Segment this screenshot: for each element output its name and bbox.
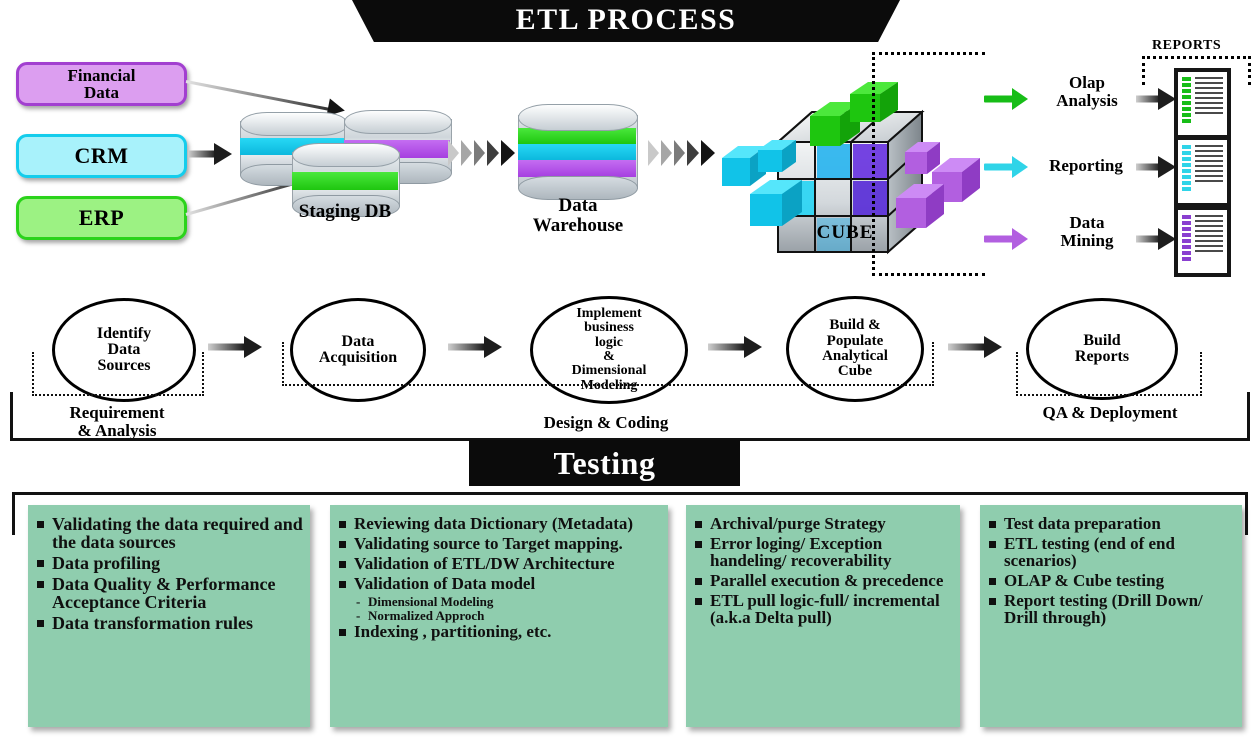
source-label-crm: CRM <box>74 142 129 168</box>
report-sheet-lines <box>1195 77 1223 114</box>
list-item: Validation of ETL/DW Architecture <box>338 555 662 572</box>
report-sheet-lines <box>1195 215 1223 252</box>
output-arrow-olap-analysis <box>984 88 1028 110</box>
list-item: Indexing , partitioning, etc. <box>338 623 662 640</box>
output-label-data-mining: Data Mining <box>1060 213 1114 250</box>
phase-bracket-requirement <box>32 352 204 396</box>
connector-reporting-to-report <box>1136 156 1176 178</box>
output-label-reporting: Reporting <box>1049 156 1123 175</box>
list-item-sub: Normalized Approch <box>338 609 662 622</box>
report-sheet-reporting <box>1174 136 1231 207</box>
testing-list: Reviewing data Dictionary (Metadata) Val… <box>338 515 662 640</box>
list-item: Validation of Data model <box>338 575 662 592</box>
report-sheet-ticks <box>1182 77 1191 123</box>
report-sheet-ticks <box>1182 145 1191 191</box>
list-item: Reviewing data Dictionary (Metadata) <box>338 515 662 532</box>
list-item: Data transformation rules <box>36 614 304 632</box>
list-item: Data Quality & Performance Acceptance Cr… <box>36 575 304 611</box>
testing-list: Test data preparation ETL testing (end o… <box>988 515 1236 626</box>
report-sheet-lines <box>1195 145 1223 182</box>
testing-column-4: Test data preparation ETL testing (end o… <box>980 505 1242 727</box>
source-label-financial-data: Financial Data <box>67 65 136 102</box>
testing-list: Validating the data required and the dat… <box>36 515 304 632</box>
source-label-erp: ERP <box>78 204 125 230</box>
report-sheet-data-mining <box>1174 206 1231 277</box>
report-sheet-olap <box>1174 68 1231 139</box>
list-item: Report testing (Drill Down/ Drill throug… <box>988 592 1236 626</box>
testing-list: Archival/purge Strategy Error loging/ Ex… <box>694 515 954 626</box>
output-arrow-reporting <box>984 156 1028 178</box>
connector-datamining-to-report <box>1136 228 1176 250</box>
connector-olap-to-report <box>1136 88 1176 110</box>
phase-bracket-qa <box>1016 352 1202 396</box>
etl-process-diagram: ETL PROCESS Financial Data CRM ERP Stagi… <box>0 0 1254 742</box>
list-item: ETL testing (end of end scenarios) <box>988 535 1236 569</box>
list-item: Validating the data required and the dat… <box>36 515 304 551</box>
data-warehouse-label: Data Warehouse <box>532 195 624 236</box>
output-arrow-data-mining <box>984 228 1028 250</box>
list-item-sub: Dimensional Modeling <box>338 595 662 608</box>
data-warehouse-cylinder <box>518 104 638 200</box>
connector-financial-to-staging <box>185 80 332 112</box>
list-item: Data profiling <box>36 554 304 572</box>
cube-output-boundary <box>872 52 985 276</box>
chevrons-staging-to-warehouse <box>448 140 515 166</box>
staging-db-label: Staging DB <box>298 201 392 222</box>
process-arrow-1 <box>208 336 262 358</box>
testing-column-3: Archival/purge Strategy Error loging/ Ex… <box>686 505 960 727</box>
source-box-crm: CRM <box>16 134 187 178</box>
testing-title: Testing <box>553 444 656 481</box>
report-sheet-ticks <box>1182 215 1191 261</box>
list-item: Parallel execution & precedence <box>694 572 954 589</box>
list-item: Validating source to Target mapping. <box>338 535 662 552</box>
reports-title: REPORTS <box>1152 38 1222 53</box>
list-item: Archival/purge Strategy <box>694 515 954 532</box>
source-box-erp: ERP <box>16 196 187 240</box>
list-item: OLAP & Cube testing <box>988 572 1236 589</box>
process-row-frame <box>10 392 1250 441</box>
output-label-olap-analysis: Olap Analysis <box>1056 73 1118 110</box>
testing-banner: Testing <box>469 440 740 486</box>
etl-process-banner: ETL PROCESS <box>352 0 900 42</box>
list-item: ETL pull logic-full/ incremental (a.k.a … <box>694 592 954 626</box>
testing-column-1: Validating the data required and the dat… <box>28 505 310 727</box>
phase-bracket-design <box>282 342 934 386</box>
source-box-financial-data: Financial Data <box>16 62 187 106</box>
page-title: ETL PROCESS <box>515 3 737 36</box>
process-arrow-4 <box>948 336 1002 358</box>
testing-column-2: Reviewing data Dictionary (Metadata) Val… <box>330 505 668 727</box>
list-item: Test data preparation <box>988 515 1236 532</box>
connector-crm-to-staging <box>188 143 232 165</box>
list-item: Error loging/ Exception handeling/ recov… <box>694 535 954 569</box>
